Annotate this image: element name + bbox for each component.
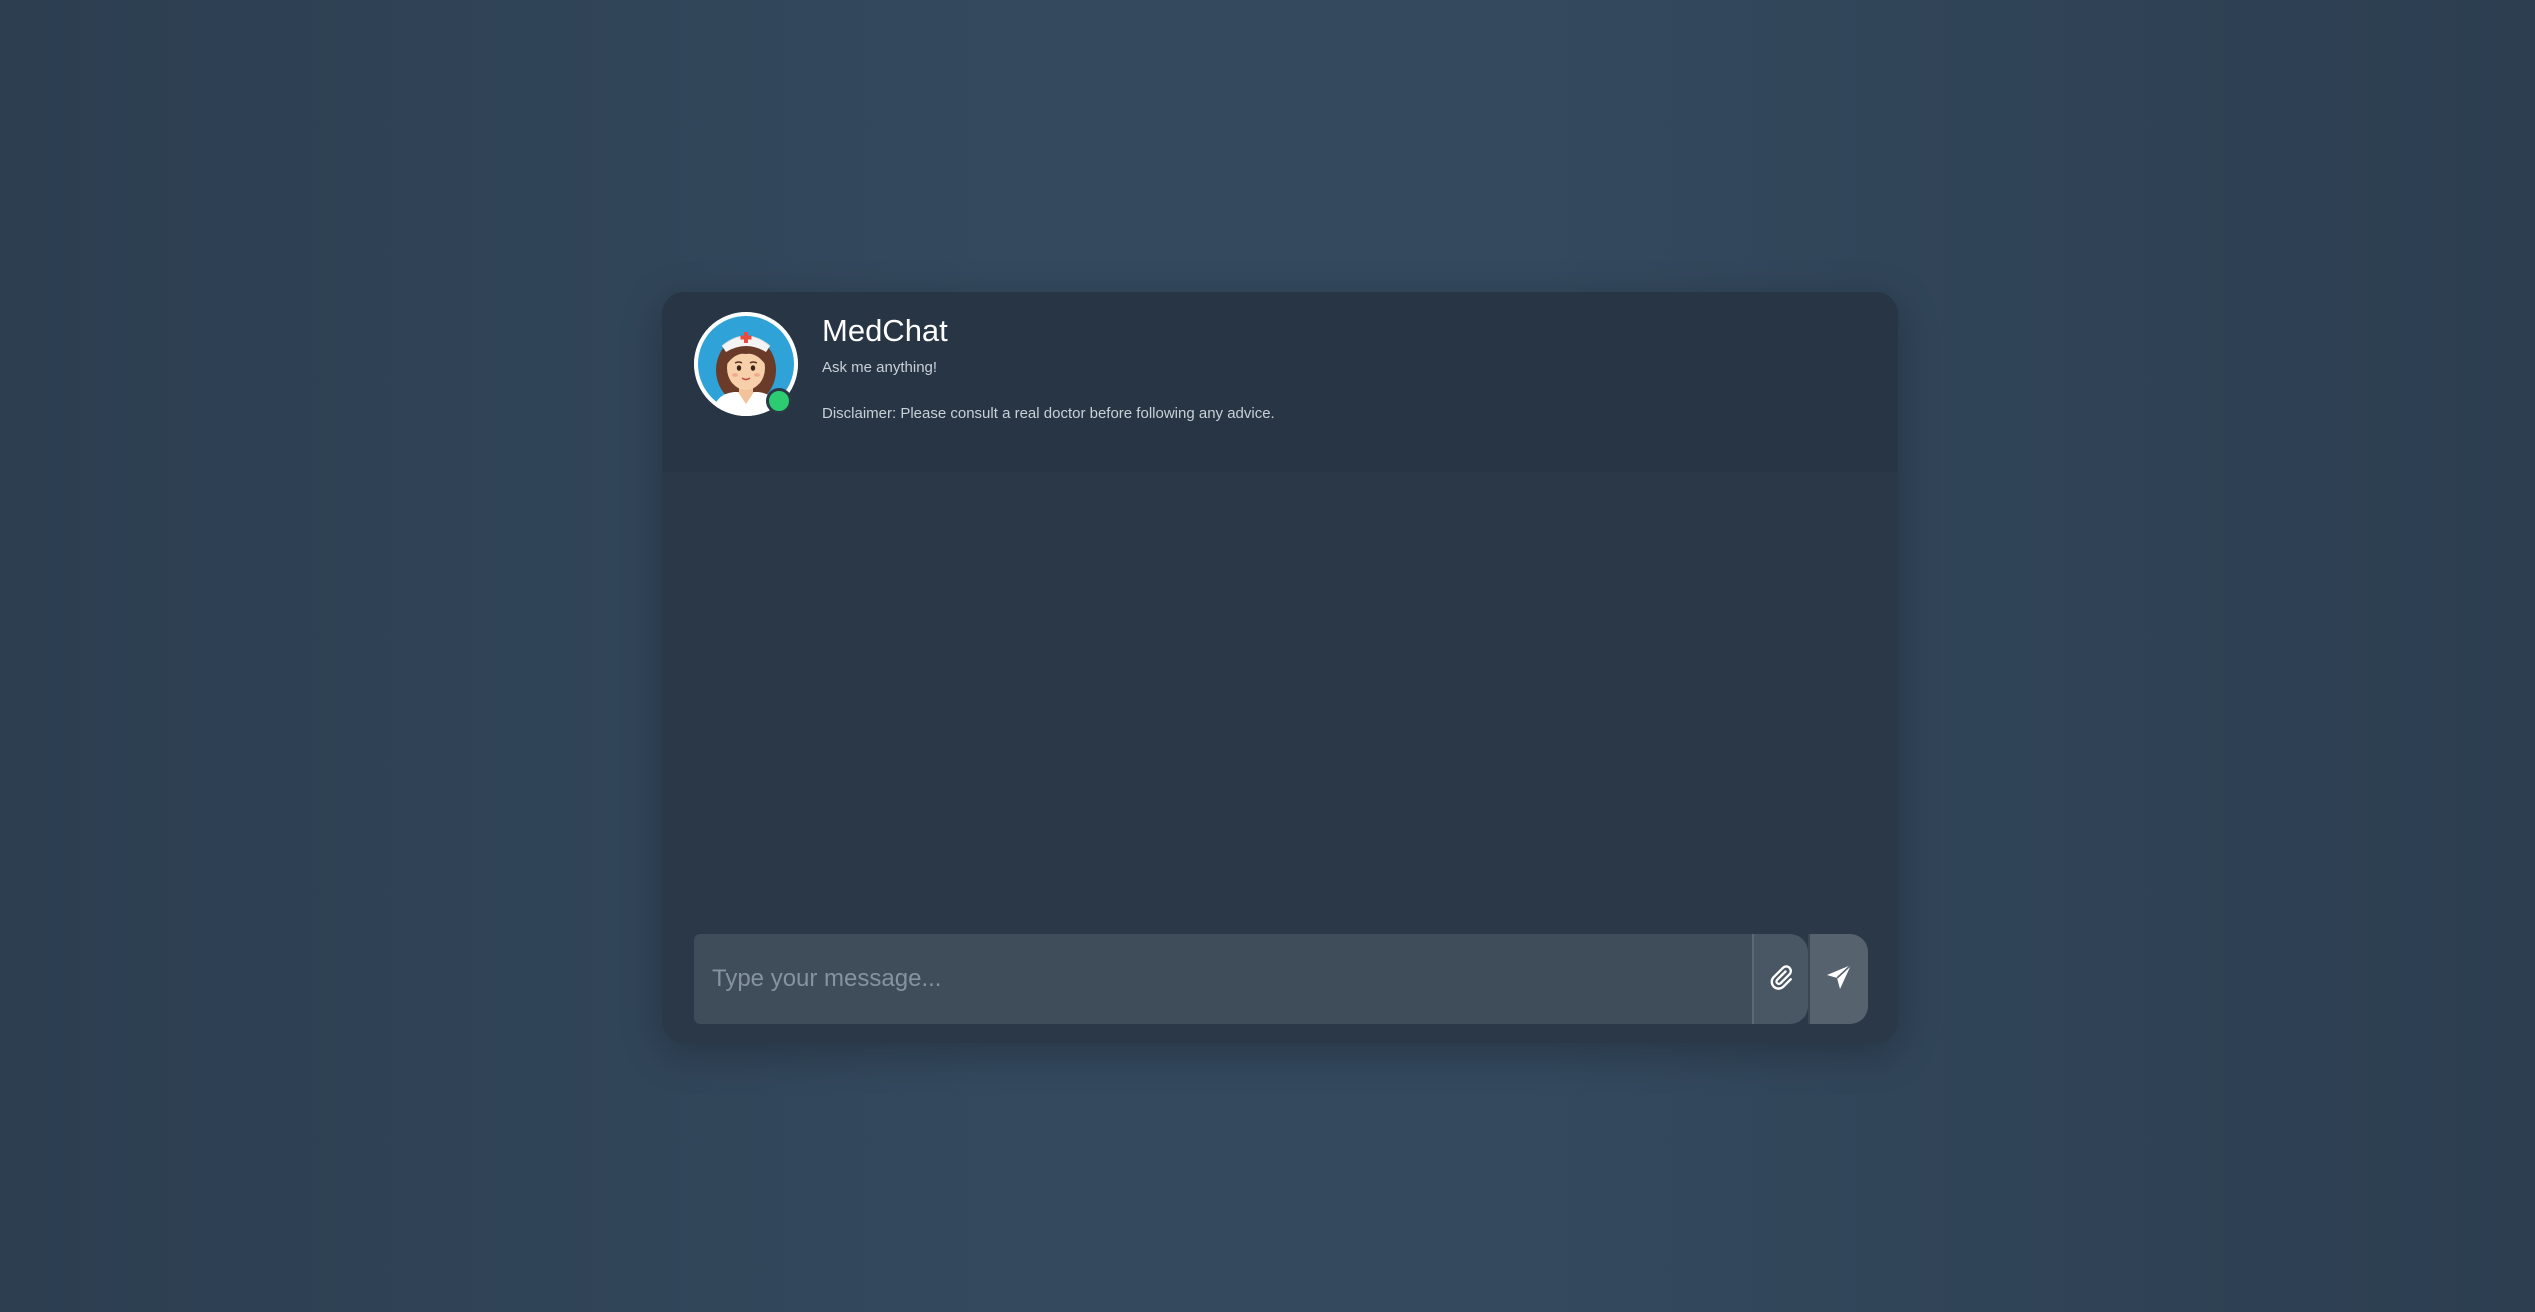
message-composer <box>694 934 1868 1024</box>
paper-plane-icon <box>1826 963 1852 995</box>
message-list[interactable] <box>662 472 1898 932</box>
app-subtitle: Ask me anything! <box>822 359 938 376</box>
chat-header: MedChat Ask me anything! Disclaimer: Ple… <box>662 292 1898 472</box>
message-input[interactable] <box>694 934 1752 1024</box>
attach-button[interactable] <box>1752 934 1808 1024</box>
app-title: MedChat <box>822 313 948 348</box>
send-button[interactable] <box>1808 934 1868 1024</box>
online-status-indicator <box>766 388 792 414</box>
paperclip-icon <box>1769 964 1793 995</box>
disclaimer-text: Disclaimer: Please consult a real doctor… <box>822 405 1275 422</box>
avatar-container <box>694 312 798 416</box>
chat-window: MedChat Ask me anything! Disclaimer: Ple… <box>662 292 1898 1043</box>
